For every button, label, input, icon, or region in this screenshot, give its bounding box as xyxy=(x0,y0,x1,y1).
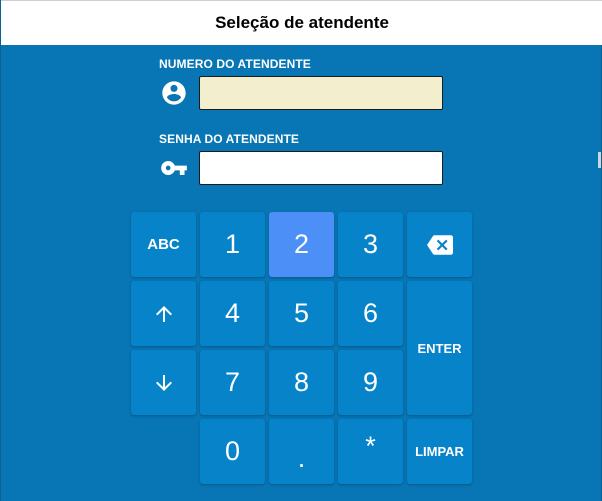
key-4[interactable]: 4 xyxy=(200,281,265,346)
key-7[interactable]: 7 xyxy=(200,350,265,415)
key-9-label: 9 xyxy=(362,367,379,397)
dot-key-label: . xyxy=(297,443,306,473)
key-4-label: 4 xyxy=(224,298,241,328)
key-5-label: 5 xyxy=(293,298,310,328)
window-title-bar: Seleção de atendente xyxy=(1,0,602,45)
backspace-key[interactable] xyxy=(407,212,472,277)
key-2-label: 2 xyxy=(293,229,310,259)
key-8[interactable]: 8 xyxy=(269,350,334,415)
arrow-down-icon xyxy=(155,374,172,391)
key-0-label: 0 xyxy=(224,436,241,466)
star-key[interactable]: * xyxy=(338,419,403,484)
clear-key[interactable]: LIMPAR xyxy=(407,419,472,484)
key-2[interactable]: 2 xyxy=(269,212,334,277)
account-circle-icon xyxy=(162,81,186,105)
backspace-icon xyxy=(426,234,453,255)
key-6-label: 6 xyxy=(362,298,379,328)
key-1[interactable]: 1 xyxy=(200,212,265,277)
key-0[interactable]: 0 xyxy=(200,419,265,484)
attendant-password-input[interactable] xyxy=(199,151,443,185)
arrow-up-key[interactable] xyxy=(131,281,196,346)
key-9[interactable]: 9 xyxy=(338,350,403,415)
arrow-up-icon xyxy=(155,305,172,322)
attendant-number-input[interactable] xyxy=(199,76,443,110)
dot-key[interactable]: . xyxy=(269,419,334,484)
attendant-password-label: SENHA DO ATENDENTE xyxy=(159,132,300,146)
key-1-label: 1 xyxy=(224,229,241,259)
attendant-number-label: NUMERO DO ATENDENTE xyxy=(159,57,311,71)
scrollbar-thumb[interactable] xyxy=(598,152,601,168)
key-6[interactable]: 6 xyxy=(338,281,403,346)
clear-key-label: LIMPAR xyxy=(415,444,464,459)
abc-key-label: ABC xyxy=(147,236,180,253)
attendant-selection-window: Seleção de atendente NUMERO DO ATENDENTE… xyxy=(0,0,602,501)
enter-key[interactable]: ENTER xyxy=(407,281,472,415)
key-icon xyxy=(161,161,187,175)
star-key-label: * xyxy=(365,431,376,461)
key-8-label: 8 xyxy=(293,367,310,397)
key-7-label: 7 xyxy=(224,367,241,397)
abc-key[interactable]: ABC xyxy=(131,212,196,277)
arrow-down-key[interactable] xyxy=(131,350,196,415)
key-5[interactable]: 5 xyxy=(269,281,334,346)
window-title: Seleção de atendente xyxy=(215,13,389,32)
enter-key-label: ENTER xyxy=(417,340,462,356)
key-3-label: 3 xyxy=(362,229,379,259)
key-3[interactable]: 3 xyxy=(338,212,403,277)
